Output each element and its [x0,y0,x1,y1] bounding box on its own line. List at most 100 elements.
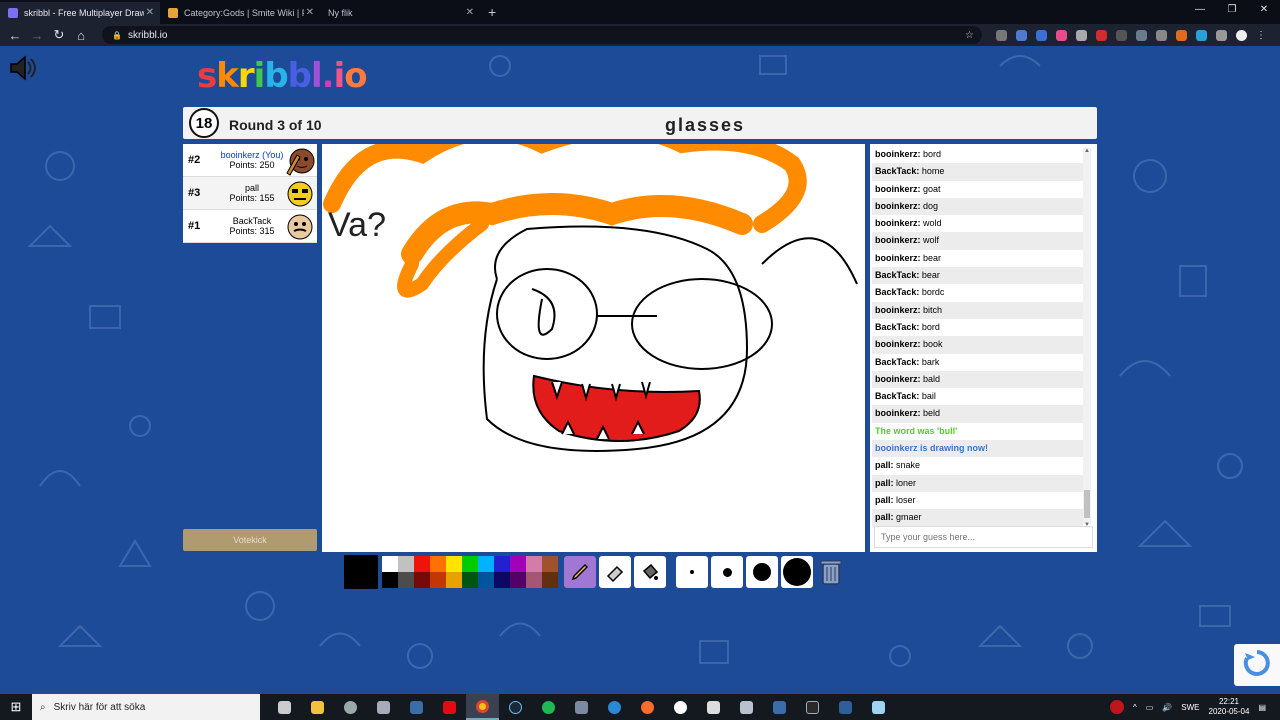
netflix-icon[interactable] [433,694,466,720]
bookmark-star-icon[interactable]: ☆ [965,30,974,41]
volume-icon[interactable]: 🔊 [1162,703,1172,712]
chat-scrollbar[interactable]: ▲ ▼ [1083,148,1091,528]
extension-icon[interactable] [1116,29,1127,41]
browser-tab-new[interactable]: Ny flik ✕ [320,2,480,24]
close-tab-icon[interactable]: ✕ [306,7,314,18]
epic-games-icon[interactable] [796,694,829,720]
reload-icon[interactable]: ↻ [48,27,70,43]
back-icon[interactable]: ← [4,28,26,43]
forward-icon[interactable]: → [26,28,48,43]
close-window-icon[interactable]: ✕ [1248,0,1280,20]
brush-size-2[interactable] [711,556,743,588]
sound-toggle-icon[interactable] [8,54,38,82]
browser-tab-skribbl[interactable]: skribbl - Free Multiplayer Drawin ✕ [0,2,160,24]
app-icon[interactable] [334,694,367,720]
profile-avatar[interactable] [1236,29,1247,41]
browser-tab-smite-wiki[interactable]: Category:Gods | Smite Wiki | Fan ✕ [160,2,320,24]
menu-icon[interactable]: ⋮ [1256,30,1266,41]
notifications-icon[interactable]: ▤ [1258,703,1266,712]
color-swatch[interactable] [510,556,526,572]
home-icon[interactable]: ⌂ [70,28,92,43]
chrome-icon[interactable] [466,694,499,720]
color-swatch[interactable] [478,556,494,572]
color-swatch[interactable] [398,556,414,572]
color-swatch[interactable] [446,556,462,572]
extension-icon[interactable] [1216,29,1227,41]
app-icon[interactable] [565,694,598,720]
guess-input[interactable] [874,526,1093,548]
restore-icon[interactable]: ❐ [1216,0,1248,20]
taskbar-clock[interactable]: 22:21 2020-05-04 [1209,697,1250,717]
color-swatch[interactable] [430,572,446,588]
close-tab-icon[interactable]: ✕ [146,7,154,18]
taskbar-search[interactable]: ⌕ Skriv här för att söka [32,694,260,720]
file-explorer-icon[interactable] [301,694,334,720]
tray-overflow-icon[interactable]: ^ [1133,703,1137,712]
player-row[interactable]: #2 booinkerz (You) Points: 250 [183,144,317,177]
brush-size-4[interactable] [781,556,813,588]
color-swatch[interactable] [494,556,510,572]
brush-size-1[interactable] [676,556,708,588]
color-swatch[interactable] [526,572,542,588]
drawing-canvas[interactable]: Va? [322,120,865,552]
pencil-tool-button[interactable] [564,556,596,588]
app-icon[interactable] [829,694,862,720]
color-swatch[interactable] [542,556,558,572]
notepad-icon[interactable] [862,694,895,720]
extension-icon[interactable] [1036,29,1047,41]
extension-icon[interactable] [1016,29,1027,41]
scroll-up-icon[interactable]: ▲ [1083,148,1091,154]
color-swatch[interactable] [510,572,526,588]
extension-icon[interactable] [1136,29,1147,41]
scroll-thumb[interactable] [1084,490,1090,518]
color-swatch[interactable] [462,572,478,588]
color-swatch[interactable] [478,572,494,588]
color-swatch[interactable] [414,572,430,588]
app-icon[interactable] [763,694,796,720]
app-icon[interactable] [730,694,763,720]
color-swatch[interactable] [526,556,542,572]
extension-icon[interactable] [1156,29,1167,41]
color-swatch[interactable] [414,556,430,572]
extension-icon[interactable] [996,29,1007,41]
extension-icon[interactable] [1056,29,1067,41]
clear-canvas-trash-icon[interactable] [817,556,845,588]
color-swatch[interactable] [494,572,510,588]
close-tab-icon[interactable]: ✕ [466,7,474,18]
task-view-icon[interactable] [268,694,301,720]
color-swatch[interactable] [446,572,462,588]
new-tab-button[interactable]: + [480,4,504,24]
votekick-button[interactable]: Votekick [183,529,317,551]
player-row[interactable]: #3 pall Points: 155 [183,177,317,210]
color-swatch[interactable] [382,572,398,588]
extension-icon[interactable] [1096,29,1107,41]
color-swatch[interactable] [382,556,398,572]
color-swatch[interactable] [462,556,478,572]
minimize-icon[interactable]: — [1184,0,1216,20]
eraser-tool-button[interactable] [599,556,631,588]
origin-icon[interactable] [631,694,664,720]
address-bar[interactable]: 🔒 skribbl.io ☆ [102,26,982,44]
xbox-icon[interactable] [664,694,697,720]
player-name: booinkerz (You) [220,150,284,160]
color-swatch[interactable] [430,556,446,572]
network-icon[interactable]: ▭ [1146,703,1154,712]
steam-icon[interactable] [499,694,532,720]
extension-icon[interactable] [1176,29,1187,41]
tray-app-icon[interactable] [1109,700,1124,714]
fill-tool-button[interactable] [634,556,666,588]
extension-icon[interactable] [1076,29,1087,41]
app-icon[interactable] [367,694,400,720]
language-indicator[interactable]: SWE [1181,703,1199,712]
player-row[interactable]: #1 BackTack Points: 315 [183,210,317,243]
color-swatch[interactable] [542,572,558,588]
app-icon[interactable] [598,694,631,720]
color-swatch[interactable] [398,572,414,588]
spotify-icon[interactable] [532,694,565,720]
brush-size-3[interactable] [746,556,778,588]
app-icon[interactable] [697,694,730,720]
windows-start-icon[interactable]: ⊞ [0,699,32,715]
player-name: pall [244,183,259,193]
app-icon[interactable] [400,694,433,720]
extension-icon[interactable] [1196,29,1207,41]
